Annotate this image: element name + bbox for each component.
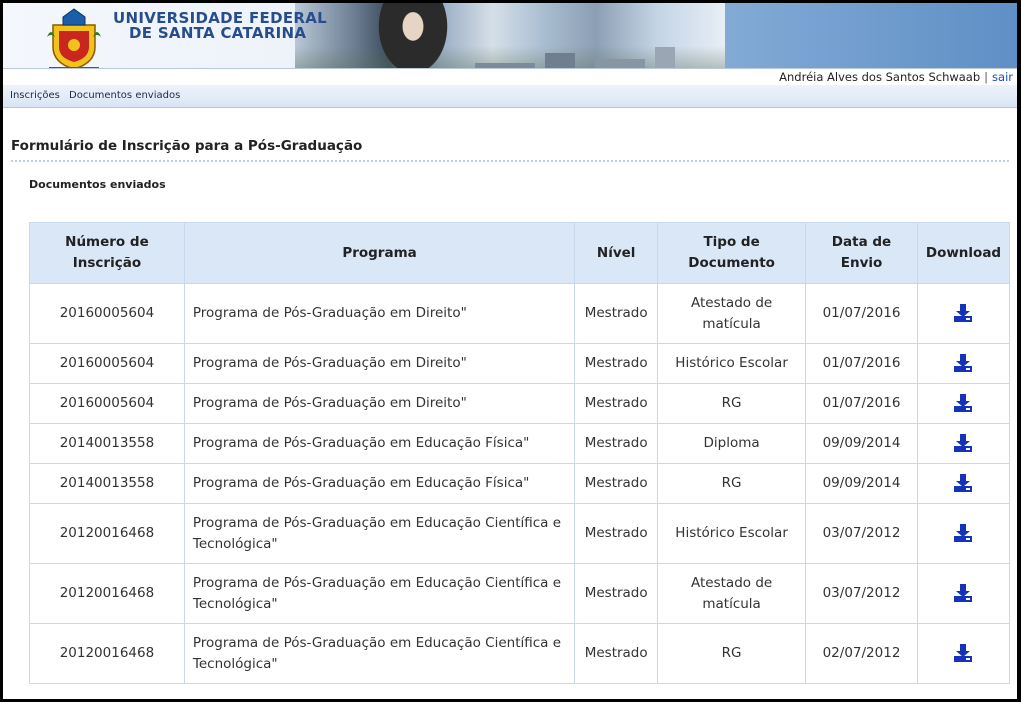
- logout-link[interactable]: sair: [992, 70, 1013, 84]
- nav-item-documentos-enviados[interactable]: Documentos enviados: [69, 90, 180, 101]
- cell-nivel: Mestrado: [574, 423, 659, 464]
- download-icon[interactable]: [953, 434, 973, 452]
- cell-numero: 20160005604: [29, 343, 185, 384]
- column-header-numero: Número de Inscrição: [29, 222, 185, 284]
- cell-tipo: Atestado de matícula: [657, 283, 807, 344]
- cell-nivel: Mestrado: [574, 343, 659, 384]
- table-row: 20160005604 Programa de Pós-Graduação em…: [29, 383, 1011, 424]
- cell-tipo: RG: [657, 623, 807, 684]
- cell-numero: 20120016468: [29, 563, 185, 624]
- cell-data: 09/09/2014: [805, 463, 918, 504]
- cell-download: [916, 283, 1011, 344]
- cell-numero: 20160005604: [29, 383, 185, 424]
- cell-numero: 20140013558: [29, 423, 185, 464]
- cell-tipo: Diploma: [657, 423, 807, 464]
- cell-nivel: Mestrado: [574, 503, 659, 564]
- column-header-nivel: Nível: [574, 222, 659, 284]
- cell-download: [916, 503, 1011, 564]
- table-row: 20160005604 Programa de Pós-Graduação em…: [29, 343, 1011, 384]
- download-icon[interactable]: [953, 354, 973, 372]
- user-name: Andréia Alves dos Santos Schwaab: [779, 70, 981, 84]
- cell-data: 03/07/2012: [805, 563, 918, 624]
- download-icon[interactable]: [953, 394, 973, 412]
- table-row: 20160005604 Programa de Pós-Graduação em…: [29, 283, 1011, 344]
- column-header-programa: Programa: [183, 222, 576, 284]
- user-info: Andréia Alves dos Santos Schwaab | sair: [779, 70, 1013, 84]
- nav-bar: Inscrições Documentos enviados: [3, 85, 1017, 108]
- cell-data: 03/07/2012: [805, 503, 918, 564]
- cell-download: [916, 463, 1011, 504]
- table-row: 20120016468 Programa de Pós-Graduação em…: [29, 623, 1011, 684]
- table-header-row: Número de Inscrição Programa Nível Tipo …: [29, 222, 1011, 284]
- cell-programa: Programa de Pós-Graduação em Educação Ci…: [183, 623, 576, 684]
- cell-tipo: Atestado de matícula: [657, 563, 807, 624]
- cell-nivel: Mestrado: [574, 623, 659, 684]
- cell-data: 01/07/2016: [805, 283, 918, 344]
- download-icon[interactable]: [953, 524, 973, 542]
- nav-item-inscricoes[interactable]: Inscrições: [10, 90, 60, 101]
- cell-data: 01/07/2016: [805, 343, 918, 384]
- cell-download: [916, 563, 1011, 624]
- table-row: 20140013558 Programa de Pós-Graduação em…: [29, 463, 1011, 504]
- cell-programa: Programa de Pós-Graduação em Educação Fí…: [183, 423, 576, 464]
- cell-programa: Programa de Pós-Graduação em Educação Ci…: [183, 563, 576, 624]
- cell-programa: Programa de Pós-Graduação em Direito": [183, 343, 576, 384]
- column-header-data: Data de Envio: [805, 222, 918, 284]
- cell-nivel: Mestrado: [574, 463, 659, 504]
- user-separator: |: [984, 70, 989, 84]
- cell-tipo: Histórico Escolar: [657, 503, 807, 564]
- column-header-tipo: Tipo de Documento: [657, 222, 807, 284]
- cell-data: 01/07/2016: [805, 383, 918, 424]
- cell-numero: 20160005604: [29, 283, 185, 344]
- documents-table: Número de Inscrição Programa Nível Tipo …: [29, 222, 1011, 684]
- cell-programa: Programa de Pós-Graduação em Direito": [183, 383, 576, 424]
- cell-programa: Programa de Pós-Graduação em Direito": [183, 283, 576, 344]
- university-name: UNIVERSIDADE FEDERAL DE SANTA CATARINA: [113, 11, 327, 41]
- table-row: 20120016468 Programa de Pós-Graduação em…: [29, 563, 1011, 624]
- cell-tipo: RG: [657, 383, 807, 424]
- cell-programa: Programa de Pós-Graduação em Educação Fí…: [183, 463, 576, 504]
- cell-numero: 20140013558: [29, 463, 185, 504]
- table-row: 20120016468 Programa de Pós-Graduação em…: [29, 503, 1011, 564]
- section-title: Documentos enviados: [29, 178, 166, 191]
- cell-tipo: RG: [657, 463, 807, 504]
- download-icon[interactable]: [953, 644, 973, 662]
- cell-data: 09/09/2014: [805, 423, 918, 464]
- cell-download: [916, 423, 1011, 464]
- cell-numero: 20120016468: [29, 503, 185, 564]
- ufsc-logo-icon: [47, 8, 101, 71]
- page-frame: UNIVERSIDADE FEDERAL DE SANTA CATARINA A…: [3, 3, 1017, 699]
- download-icon[interactable]: [953, 304, 973, 322]
- table-row: 20140013558 Programa de Pós-Graduação em…: [29, 423, 1011, 464]
- download-icon[interactable]: [953, 584, 973, 602]
- cell-nivel: Mestrado: [574, 563, 659, 624]
- cell-download: [916, 343, 1011, 384]
- user-bar: Andréia Alves dos Santos Schwaab | sair: [3, 68, 1017, 86]
- cell-numero: 20120016468: [29, 623, 185, 684]
- cell-download: [916, 383, 1011, 424]
- university-name-line2: DE SANTA CATARINA: [129, 24, 307, 42]
- cell-programa: Programa de Pós-Graduação em Educação Ci…: [183, 503, 576, 564]
- page-title: Formulário de Inscrição para a Pós-Gradu…: [11, 138, 363, 154]
- cell-download: [916, 623, 1011, 684]
- cell-nivel: Mestrado: [574, 283, 659, 344]
- cell-nivel: Mestrado: [574, 383, 659, 424]
- download-icon[interactable]: [953, 474, 973, 492]
- column-header-download: Download: [916, 222, 1011, 284]
- cell-data: 02/07/2012: [805, 623, 918, 684]
- title-divider: [11, 160, 1009, 162]
- cell-tipo: Histórico Escolar: [657, 343, 807, 384]
